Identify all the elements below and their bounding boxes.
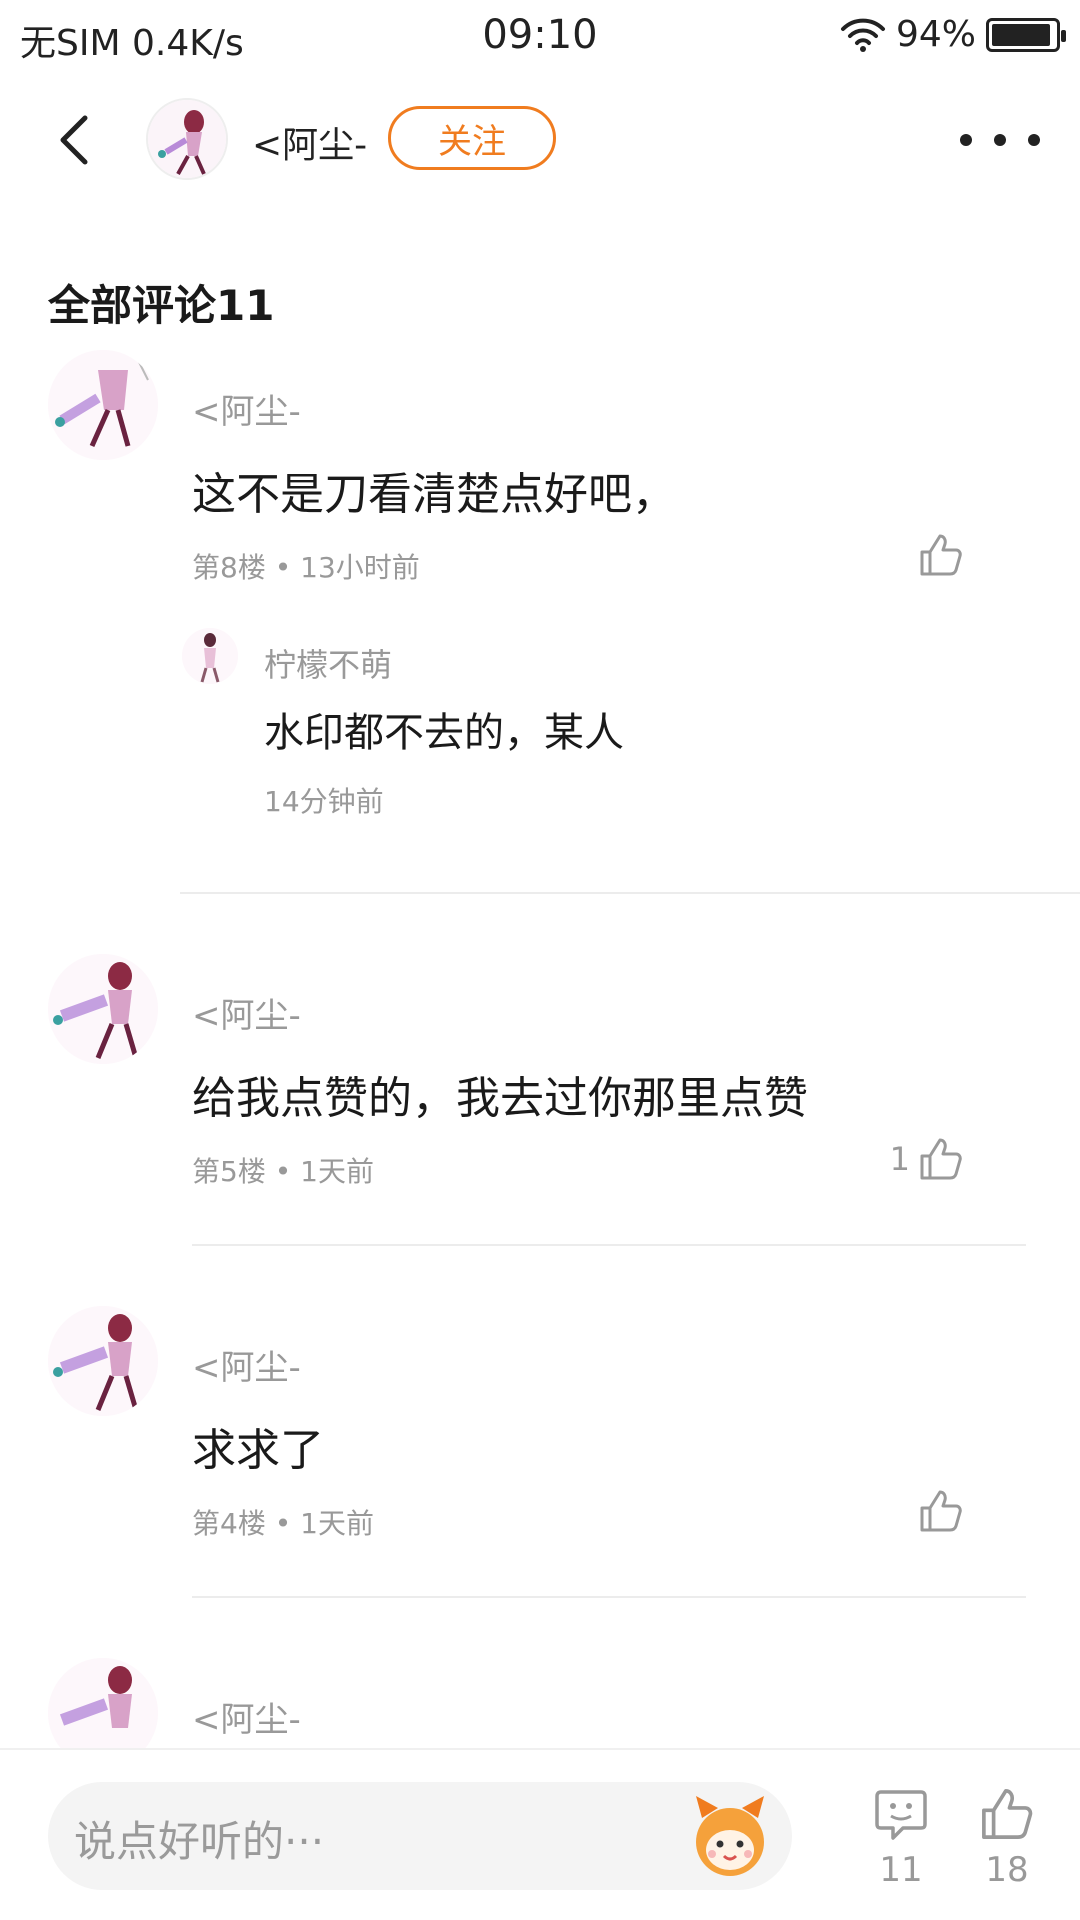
comment-text: 求求了	[192, 1425, 324, 1476]
anime-avatar-image	[148, 100, 226, 178]
comment-divider	[192, 1596, 1026, 1598]
anime-avatar-image	[48, 1306, 158, 1416]
reply-text: 水印都不去的，某人	[264, 710, 624, 756]
thumbs-up-icon	[982, 1789, 1033, 1839]
commenter-avatar[interactable]	[48, 1306, 158, 1416]
mascot-emoji-icon	[696, 1796, 764, 1876]
comment-input[interactable]: 说点好听的···	[48, 1782, 792, 1890]
wifi-icon	[840, 18, 885, 52]
comment-input-placeholder: 说点好听的···	[74, 1817, 325, 1866]
anime-avatar-image	[48, 954, 158, 1064]
follow-button[interactable]: 关注	[388, 106, 556, 170]
comment-bottom-bar: 说点好听的··· 11 18	[0, 1748, 1080, 1920]
reply-author-name[interactable]: 柠檬不萌	[264, 640, 392, 686]
more-dot	[960, 134, 972, 146]
thumbs-up-icon	[920, 534, 962, 576]
comment-like-button[interactable]	[910, 532, 964, 578]
comment-divider	[180, 892, 1080, 894]
comment-text: 这不是刀看清楚点好吧，	[192, 469, 676, 520]
chevron-left-icon	[60, 115, 88, 165]
anime-avatar-image	[48, 350, 158, 460]
author-name[interactable]: <阿尘-	[252, 116, 367, 168]
comments-action[interactable]: 11	[856, 1786, 946, 1890]
battery-fill	[992, 23, 1051, 46]
comment-meta: 第5楼 • 1天前	[192, 1155, 374, 1188]
like-count: 18	[985, 1850, 1029, 1890]
commenter-name[interactable]: <阿尘-	[192, 1692, 301, 1741]
more-options-button[interactable]	[960, 120, 1040, 160]
status-bar: 无SIM 0.4K/s 09:10 94%	[0, 0, 1080, 76]
all-comments-title: 全部评论11	[48, 281, 275, 330]
commenter-avatar[interactable]	[48, 350, 158, 460]
commenter-name[interactable]: <阿尘-	[192, 1340, 301, 1389]
comment-like-button[interactable]	[910, 1488, 964, 1534]
emoji-button[interactable]	[682, 1788, 778, 1884]
anime-avatar-image	[182, 628, 238, 684]
comment-text: 给我点赞的，我去过你那里点赞	[192, 1073, 808, 1124]
author-avatar[interactable]	[146, 98, 228, 180]
like-count: 1	[889, 1140, 910, 1178]
battery-percent: 94%	[895, 14, 976, 55]
post-header: <阿尘- 关注	[0, 90, 1080, 190]
battery-icon	[986, 17, 1066, 52]
comment-meta: 第8楼 • 13小时前	[192, 551, 420, 584]
commenter-name[interactable]: <阿尘-	[192, 988, 301, 1037]
commenter-name[interactable]: <阿尘-	[192, 384, 301, 433]
reply-time: 14分钟前	[264, 785, 384, 818]
comment-meta: 第4楼 • 1天前	[192, 1507, 374, 1540]
back-button[interactable]	[44, 110, 104, 170]
thumbs-up-icon	[920, 1138, 962, 1180]
status-right: 94%	[840, 14, 1066, 55]
comment-divider	[192, 1244, 1026, 1246]
comment-bubble-icon	[875, 1790, 927, 1840]
commenter-avatar[interactable]	[48, 954, 158, 1064]
comment-count: 11	[879, 1850, 923, 1890]
more-dot	[994, 134, 1006, 146]
post-like-action[interactable]: 18	[962, 1786, 1052, 1890]
thumbs-up-icon	[920, 1490, 962, 1532]
more-dot	[1028, 134, 1040, 146]
reply-avatar[interactable]	[182, 628, 238, 684]
comment-like-button[interactable]: 1	[890, 1136, 964, 1182]
